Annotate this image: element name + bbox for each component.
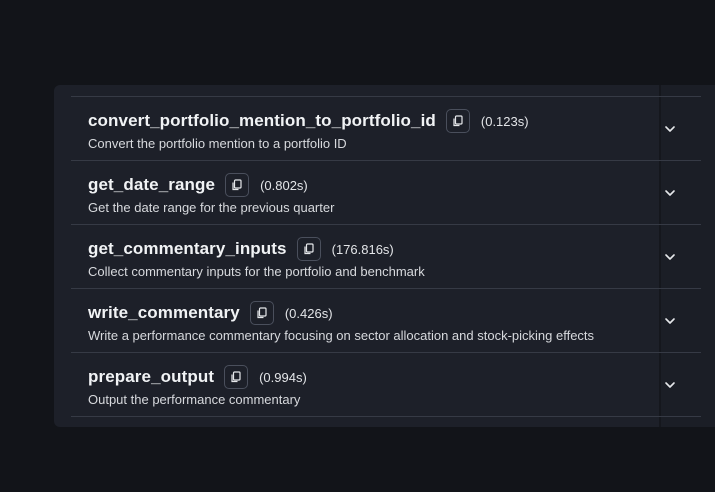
step-name: convert_portfolio_mention_to_portfolio_i… (88, 111, 436, 130)
copy-icon (304, 243, 314, 255)
copy-icon (257, 307, 267, 319)
step-description: Write a performance commentary focusing … (88, 328, 595, 343)
copy-button[interactable] (224, 365, 249, 389)
expand-button[interactable] (663, 122, 677, 136)
expand-button[interactable] (663, 186, 677, 200)
step-description: Collect commentary inputs for the portfo… (88, 264, 425, 279)
expand-button[interactable] (663, 314, 677, 328)
step-row[interactable]: prepare_output (0.994s) Output the perfo… (71, 353, 701, 417)
step-title-line: convert_portfolio_mention_to_portfolio_i… (88, 108, 529, 134)
step-duration: (176.816s) (331, 241, 394, 257)
chevron-down-icon (665, 382, 675, 388)
step-name: prepare_output (88, 367, 215, 386)
chevron-down-icon (665, 126, 675, 132)
chevron-down-icon (665, 254, 675, 260)
step-title-line: write_commentary (0.426s) (88, 300, 333, 326)
copy-button[interactable] (445, 109, 470, 133)
copy-button[interactable] (296, 237, 321, 261)
step-description: Get the date range for the previous quar… (88, 200, 335, 215)
step-duration: (0.426s) (284, 305, 333, 321)
copy-icon (232, 179, 242, 191)
step-name: write_commentary (88, 303, 240, 322)
step-name: get_commentary_inputs (88, 239, 287, 258)
step-description: Convert the portfolio mention to a portf… (88, 136, 347, 151)
step-row[interactable]: convert_portfolio_mention_to_portfolio_i… (71, 97, 701, 161)
steps-list: convert_portfolio_mention_to_portfolio_i… (71, 96, 701, 417)
copy-icon (453, 115, 463, 127)
step-title-line: get_date_range (0.802s) (88, 172, 308, 198)
copy-button[interactable] (225, 173, 250, 197)
copy-icon (231, 371, 241, 383)
step-title-line: prepare_output (0.994s) (88, 364, 307, 390)
step-description: Output the performance commentary (88, 392, 301, 407)
step-row[interactable]: get_commentary_inputs (176.816s) Collect… (71, 225, 701, 289)
chevron-down-icon (665, 190, 675, 196)
step-duration: (0.994s) (259, 369, 307, 385)
expand-button[interactable] (663, 250, 677, 264)
chevron-down-icon (665, 318, 675, 324)
step-row[interactable]: get_date_range (0.802s) Get the date ran… (71, 161, 701, 225)
step-duration: (0.802s) (260, 177, 308, 193)
step-duration: (0.123s) (480, 113, 529, 129)
step-row[interactable]: write_commentary (0.426s) Write a perfor… (71, 289, 701, 353)
copy-button[interactable] (249, 301, 274, 325)
step-name: get_date_range (88, 175, 216, 194)
step-title-line: get_commentary_inputs (176.816s) (88, 236, 394, 262)
expand-button[interactable] (663, 378, 677, 392)
